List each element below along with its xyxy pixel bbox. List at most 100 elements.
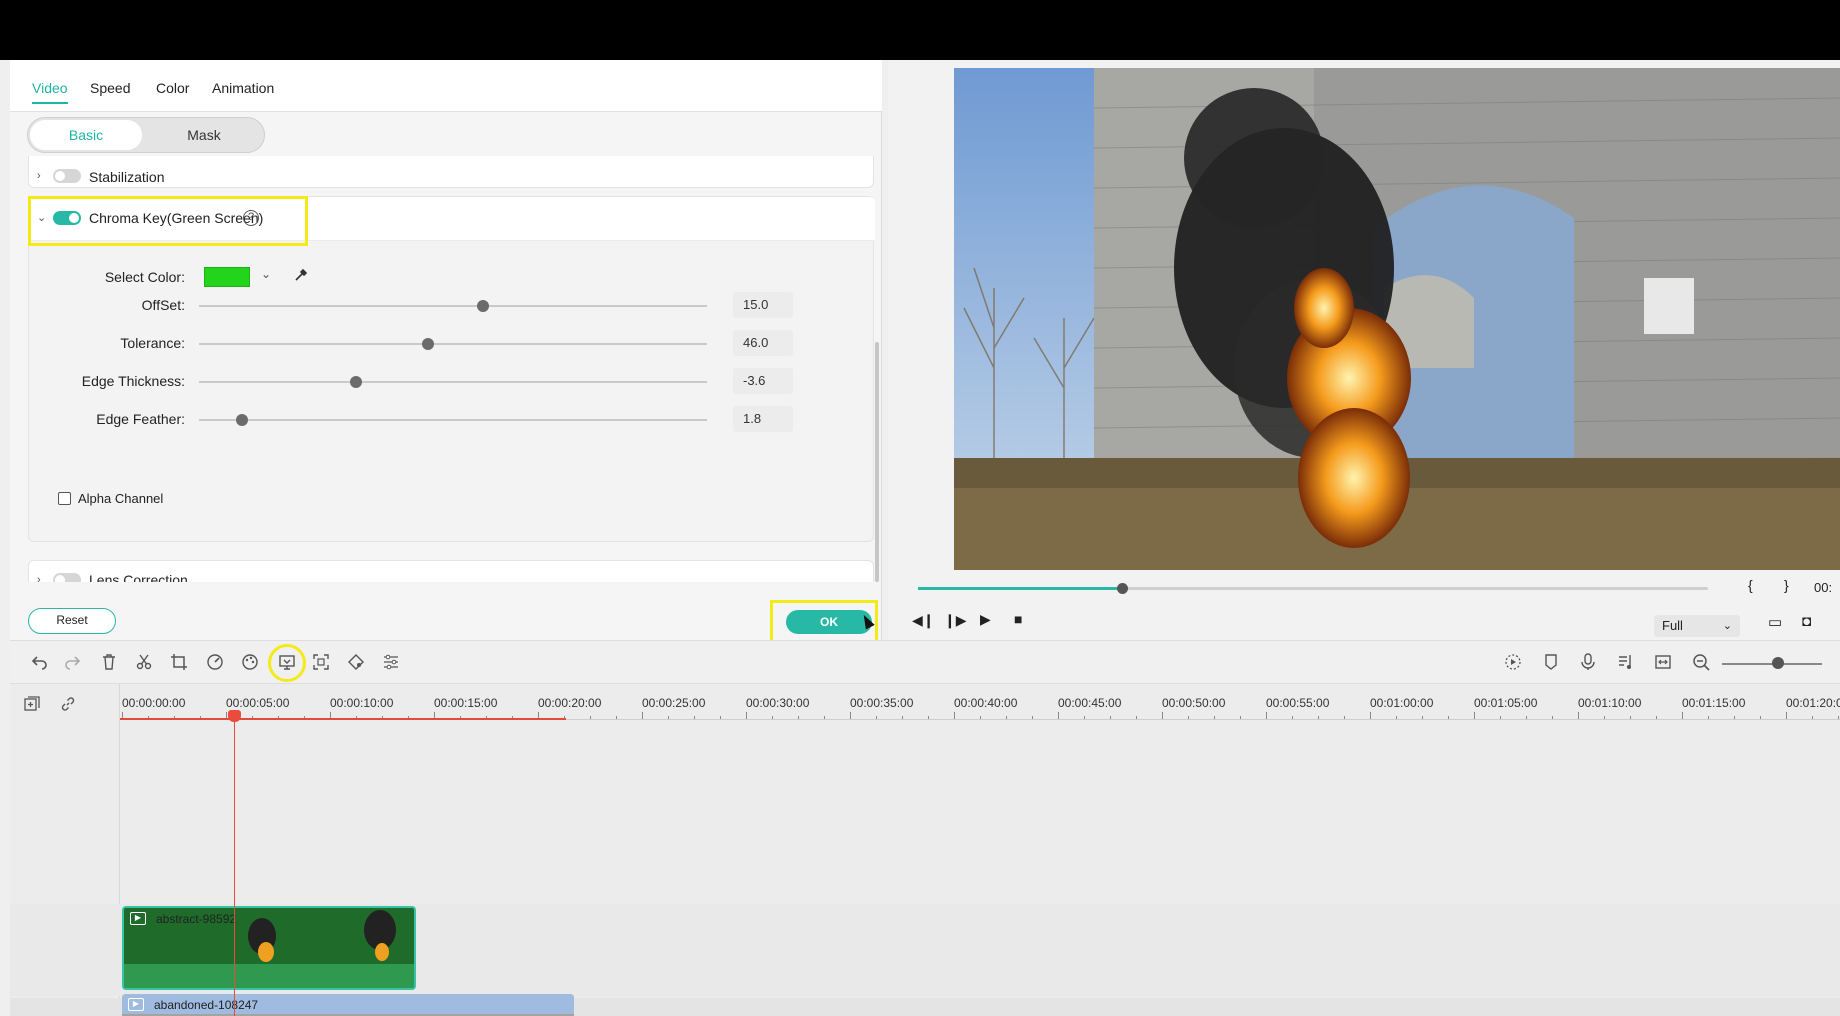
slider-value-input[interactable]: 46.0 [733,330,793,356]
color-icon[interactable] [241,653,259,671]
reset-button[interactable]: Reset [28,608,116,634]
ruler-tick [1318,716,1319,719]
ruler-tick-label: 00:00:15:00 [434,696,498,710]
ruler-tick [902,716,903,719]
ruler-tick-label: 00:00:00:00 [122,696,186,710]
step-forward-icon[interactable]: ❙▶ [944,612,967,629]
slider-thumb[interactable] [421,338,434,350]
slider-value-input[interactable]: -3.6 [733,368,793,394]
undo-icon[interactable] [30,653,48,671]
snapshot-icon[interactable]: ◘ [1802,613,1811,630]
chevron-right-icon[interactable]: › [37,575,47,583]
tab-video[interactable]: Video [32,80,68,104]
stabilization-toggle[interactable] [53,169,81,183]
ruler-tick [616,716,617,719]
tab-speed[interactable]: Speed [90,80,130,96]
fit-icon[interactable] [312,653,330,671]
eyedropper-icon[interactable] [293,267,309,283]
delete-icon[interactable] [100,653,118,671]
ruler-tick [824,716,825,719]
slider-thumb[interactable] [236,414,249,426]
slider-track[interactable] [199,343,707,345]
select-color-label: Select Color: [104,269,185,285]
ruler-tick [1786,712,1787,719]
clip-abstract[interactable]: ▶ abstract-98592 [122,906,416,990]
quality-value: Full [1662,618,1683,633]
lens-correction-title: Lens Correction [89,572,188,582]
slider-value-input[interactable]: 1.8 [733,406,793,432]
crop-icon[interactable] [170,653,188,671]
stop-icon[interactable]: ■ [1014,611,1022,627]
mic-icon[interactable] [1579,653,1597,671]
display-icon[interactable]: ▭ [1768,613,1782,631]
ruler-tick-label: 00:00:40:00 [954,696,1018,710]
slider-track[interactable] [199,419,707,421]
slider-value-input[interactable]: 15.0 [733,292,793,318]
slider-thumb[interactable] [477,300,490,312]
play-icon[interactable]: ▶ [980,611,991,628]
ruler-tick [1552,716,1553,719]
ruler-tick [928,716,929,719]
green-screen-icon[interactable] [278,653,296,671]
ruler-tick-label: 00:00:05:00 [226,696,290,710]
speed-icon[interactable] [206,653,224,671]
mark-in-button[interactable]: { [1748,577,1753,593]
slider-thumb[interactable] [350,376,363,388]
chevron-right-icon[interactable]: › [37,171,47,182]
clip-abandoned[interactable]: ▶ abandoned-108247 [122,994,574,1016]
ruler-tick-label: 00:01:20:00 [1786,696,1840,710]
ruler-tick [1734,716,1735,719]
stabilization-title: Stabilization [89,169,165,185]
zoom-out-icon[interactable] [1692,653,1710,671]
playhead[interactable] [228,710,241,722]
ruler-tick [1500,716,1501,719]
tab-animation[interactable]: Animation [212,80,274,96]
adjust-icon[interactable] [382,653,400,671]
ruler-tick [668,716,669,719]
ruler-tick-label: 00:00:45:00 [1058,696,1122,710]
basic-button[interactable]: Basic [30,120,142,150]
ruler-tick [1214,716,1215,719]
ruler-tick-label: 00:01:15:00 [1682,696,1746,710]
keyframe-icon[interactable] [347,653,365,671]
zoom-slider-thumb[interactable] [1772,657,1784,669]
audio-icon[interactable] [1617,653,1635,671]
ruler-tick [772,716,773,719]
marker-icon[interactable] [1542,653,1560,671]
mask-button[interactable]: Mask [146,120,262,150]
top-black-bar [0,0,1840,60]
link-icon[interactable] [60,696,76,712]
snap-icon[interactable] [1654,653,1672,671]
quality-select[interactable]: Full ⌄ [1654,615,1740,637]
lens-correction-toggle[interactable] [53,573,81,582]
clip-name: abstract-98592 [156,912,237,926]
ruler-tick [590,716,591,719]
add-track-icon[interactable] [24,696,40,712]
ok-button[interactable]: OK [786,610,872,634]
alpha-channel-checkbox[interactable] [58,492,71,505]
ruler-tick-label: 00:01:00:00 [1370,696,1434,710]
playback-thumb[interactable] [1117,583,1129,594]
chroma-highlight-box [28,196,308,246]
slider-track[interactable] [199,305,707,307]
slider-label: Tolerance: [120,335,185,351]
chevron-down-icon[interactable]: ⌄ [261,267,271,281]
ruler-tick [1630,716,1631,719]
slider-label: Edge Thickness: [81,373,185,389]
step-back-icon[interactable]: ◀❙ [912,612,935,629]
editor-window: Video Speed Color Animation Basic Mask ›… [0,60,1840,1016]
playback-progress[interactable] [918,583,1708,594]
panel-scrollbar[interactable] [875,342,879,582]
ruler-tick-label: 00:00:10:00 [330,696,394,710]
ruler-tick-label: 00:01:05:00 [1474,696,1538,710]
ruler-tick [1812,716,1813,719]
cut-icon[interactable] [135,653,153,671]
time-ruler[interactable]: 00:00:00:00 00:00:05:00 00:00:10:00 00:00:1… [120,684,1840,720]
render-icon[interactable] [1504,653,1522,671]
redo-icon[interactable] [64,653,82,671]
color-swatch[interactable] [204,267,250,287]
ruler-tick [1006,716,1007,719]
slider-track[interactable] [199,381,707,383]
tab-color[interactable]: Color [156,80,189,96]
mark-out-button[interactable]: } [1784,577,1789,593]
